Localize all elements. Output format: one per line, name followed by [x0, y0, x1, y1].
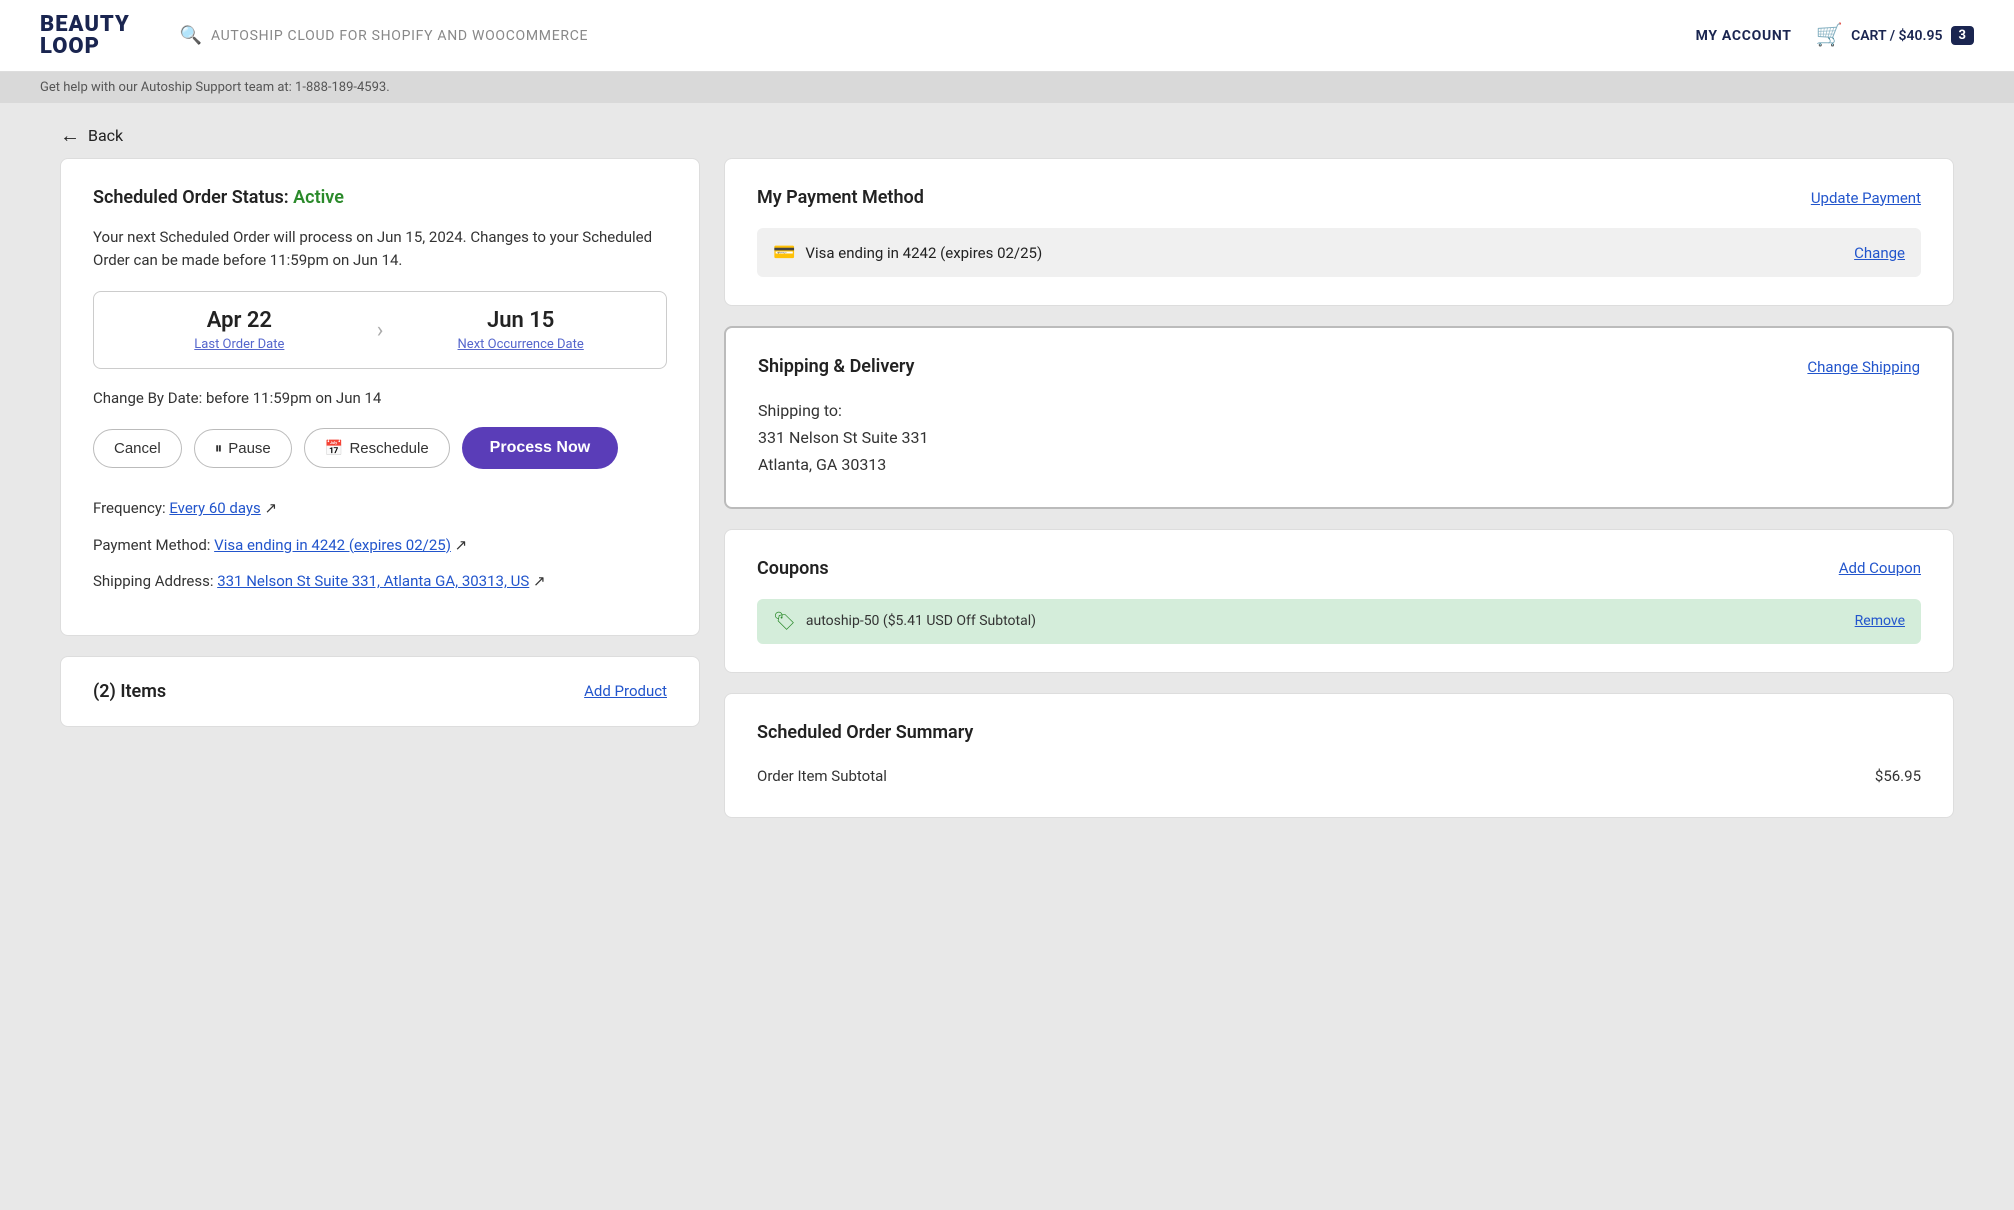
coupon-badge: 🏷 autoship-50 ($5.41 USD Off Subtotal) R…	[757, 599, 1921, 644]
change-shipping-link[interactable]: Change Shipping	[1807, 358, 1920, 376]
logo-line2: LOOP	[40, 36, 130, 58]
summary-header: Scheduled Order Summary	[757, 722, 1921, 743]
shipping-to-label: Shipping to:	[758, 397, 1920, 424]
shipping-card: Shipping & Delivery Change Shipping Ship…	[724, 326, 1954, 509]
right-panel: My Payment Method Update Payment 💳 Visa …	[724, 158, 1954, 818]
coupon-left: 🏷 autoship-50 ($5.41 USD Off Subtotal)	[773, 611, 1036, 632]
next-occurrence-date: Jun 15	[487, 308, 554, 333]
pause-button[interactable]: ⏸ Pause	[194, 429, 292, 468]
payment-header: My Payment Method Update Payment	[757, 187, 1921, 208]
notice-text: Get help with our Autoship Support team …	[40, 80, 390, 95]
last-order-label[interactable]: Last Order Date	[194, 337, 284, 352]
site-header: BEAUTY LOOP 🔍 AUTOSHIP CLOUD FOR SHOPIFY…	[0, 0, 2014, 72]
coupons-title: Coupons	[757, 558, 829, 579]
shipping-header: Shipping & Delivery Change Shipping	[758, 356, 1920, 377]
order-item-value: $56.95	[1875, 767, 1921, 785]
left-panel: Scheduled Order Status: Active Your next…	[60, 158, 700, 818]
site-logo[interactable]: BEAUTY LOOP	[40, 14, 130, 58]
coupon-text: autoship-50 ($5.41 USD Off Subtotal)	[806, 613, 1036, 629]
items-label: (2) Items	[93, 681, 166, 702]
header-right: MY ACCOUNT 🛒 CART / $40.95 3	[1696, 23, 1974, 48]
credit-card-icon: 💳	[773, 242, 795, 263]
cart-label: CART / $40.95	[1851, 28, 1942, 44]
last-order-date: Apr 22	[207, 308, 272, 333]
search-area: 🔍 AUTOSHIP CLOUD FOR SHOPIFY AND WOOCOMM…	[180, 25, 1676, 46]
shipping-address-block: Shipping to: 331 Nelson St Suite 331 Atl…	[758, 397, 1920, 479]
back-label: Back	[88, 126, 123, 145]
date-row: Apr 22 Last Order Date › Jun 15 Next Occ…	[93, 291, 667, 369]
change-by-text: Change By Date: before 11:59pm on Jun 14	[93, 389, 667, 407]
shipping-prefix: Shipping Address:	[93, 572, 217, 590]
status-line: Scheduled Order Status: Active	[93, 187, 667, 208]
back-arrow-icon: ←	[60, 123, 80, 148]
cart-area[interactable]: 🛒 CART / $40.95 3	[1816, 23, 1974, 48]
pause-icon: ⏸	[215, 440, 223, 457]
notice-bar: Get help with our Autoship Support team …	[0, 72, 2014, 103]
items-card: (2) Items Add Product	[60, 656, 700, 727]
info-text: Your next Scheduled Order will process o…	[93, 226, 667, 271]
calendar-icon: 📅	[325, 439, 344, 457]
external-link-icon: ↗	[265, 499, 278, 517]
cancel-button[interactable]: Cancel	[93, 429, 182, 468]
tag-icon: 🏷	[773, 611, 796, 632]
external-link-icon3: ↗	[533, 572, 546, 590]
frequency-prefix: Frequency:	[93, 499, 169, 517]
add-product-link[interactable]: Add Product	[584, 682, 667, 700]
logo-line1: BEAUTY	[40, 14, 130, 36]
frequency-link[interactable]: Every 60 days	[169, 499, 260, 517]
date-arrow-icon: ›	[361, 318, 400, 343]
card-info: Visa ending in 4242 (expires 02/25)	[805, 244, 1042, 262]
action-buttons: Cancel ⏸ Pause 📅 Reschedule Process Now	[93, 427, 667, 469]
reschedule-label: Reschedule	[349, 440, 428, 457]
coupons-card: Coupons Add Coupon 🏷 autoship-50 ($5.41 …	[724, 529, 1954, 673]
address-line1: 331 Nelson St Suite 331	[758, 424, 1920, 451]
payment-method-link[interactable]: Visa ending in 4242 (expires 02/25)	[214, 536, 451, 554]
shipping-address-link[interactable]: 331 Nelson St Suite 331, Atlanta GA, 303…	[217, 572, 529, 590]
search-icon[interactable]: 🔍	[180, 25, 203, 46]
my-account-link[interactable]: MY ACCOUNT	[1696, 28, 1792, 44]
status-card: Scheduled Order Status: Active Your next…	[60, 158, 700, 636]
shipping-title: Shipping & Delivery	[758, 356, 915, 377]
back-button[interactable]: ← Back	[0, 103, 2014, 158]
process-now-button[interactable]: Process Now	[462, 427, 618, 469]
payment-left: 💳 Visa ending in 4242 (expires 02/25)	[773, 242, 1042, 263]
next-occurrence-col: Jun 15 Next Occurrence Date	[399, 308, 642, 352]
update-payment-link[interactable]: Update Payment	[1811, 189, 1921, 207]
reschedule-button[interactable]: 📅 Reschedule	[304, 428, 450, 468]
payment-row: 💳 Visa ending in 4242 (expires 02/25) Ch…	[757, 228, 1921, 277]
last-order-col: Apr 22 Last Order Date	[118, 308, 361, 352]
search-label: AUTOSHIP CLOUD FOR SHOPIFY AND WOOCOMMER…	[211, 28, 588, 44]
summary-title: Scheduled Order Summary	[757, 722, 973, 743]
order-item-row: Order Item Subtotal $56.95	[757, 763, 1921, 789]
cart-icon: 🛒	[1816, 23, 1843, 48]
summary-card: Scheduled Order Summary Order Item Subto…	[724, 693, 1954, 818]
external-link-icon2: ↗	[455, 536, 468, 554]
payment-card: My Payment Method Update Payment 💳 Visa …	[724, 158, 1954, 306]
payment-title: My Payment Method	[757, 187, 924, 208]
remove-coupon-link[interactable]: Remove	[1855, 613, 1905, 629]
shipping-address-line: Shipping Address: 331 Nelson St Suite 33…	[93, 570, 667, 593]
main-content: Scheduled Order Status: Active Your next…	[0, 158, 2014, 858]
payment-method-line: Payment Method: Visa ending in 4242 (exp…	[93, 534, 667, 557]
next-occurrence-label[interactable]: Next Occurrence Date	[458, 337, 584, 352]
address-line2: Atlanta, GA 30313	[758, 451, 1920, 478]
cart-count-badge: 3	[1951, 26, 1974, 45]
frequency-line: Frequency: Every 60 days ↗	[93, 497, 667, 520]
status-value: Active	[293, 187, 344, 208]
change-payment-link[interactable]: Change	[1854, 244, 1905, 262]
pause-label: Pause	[228, 440, 271, 457]
payment-prefix: Payment Method:	[93, 536, 214, 554]
order-item-label: Order Item Subtotal	[757, 767, 887, 785]
coupons-header: Coupons Add Coupon	[757, 558, 1921, 579]
add-coupon-link[interactable]: Add Coupon	[1839, 559, 1921, 577]
status-prefix: Scheduled Order Status:	[93, 187, 293, 208]
